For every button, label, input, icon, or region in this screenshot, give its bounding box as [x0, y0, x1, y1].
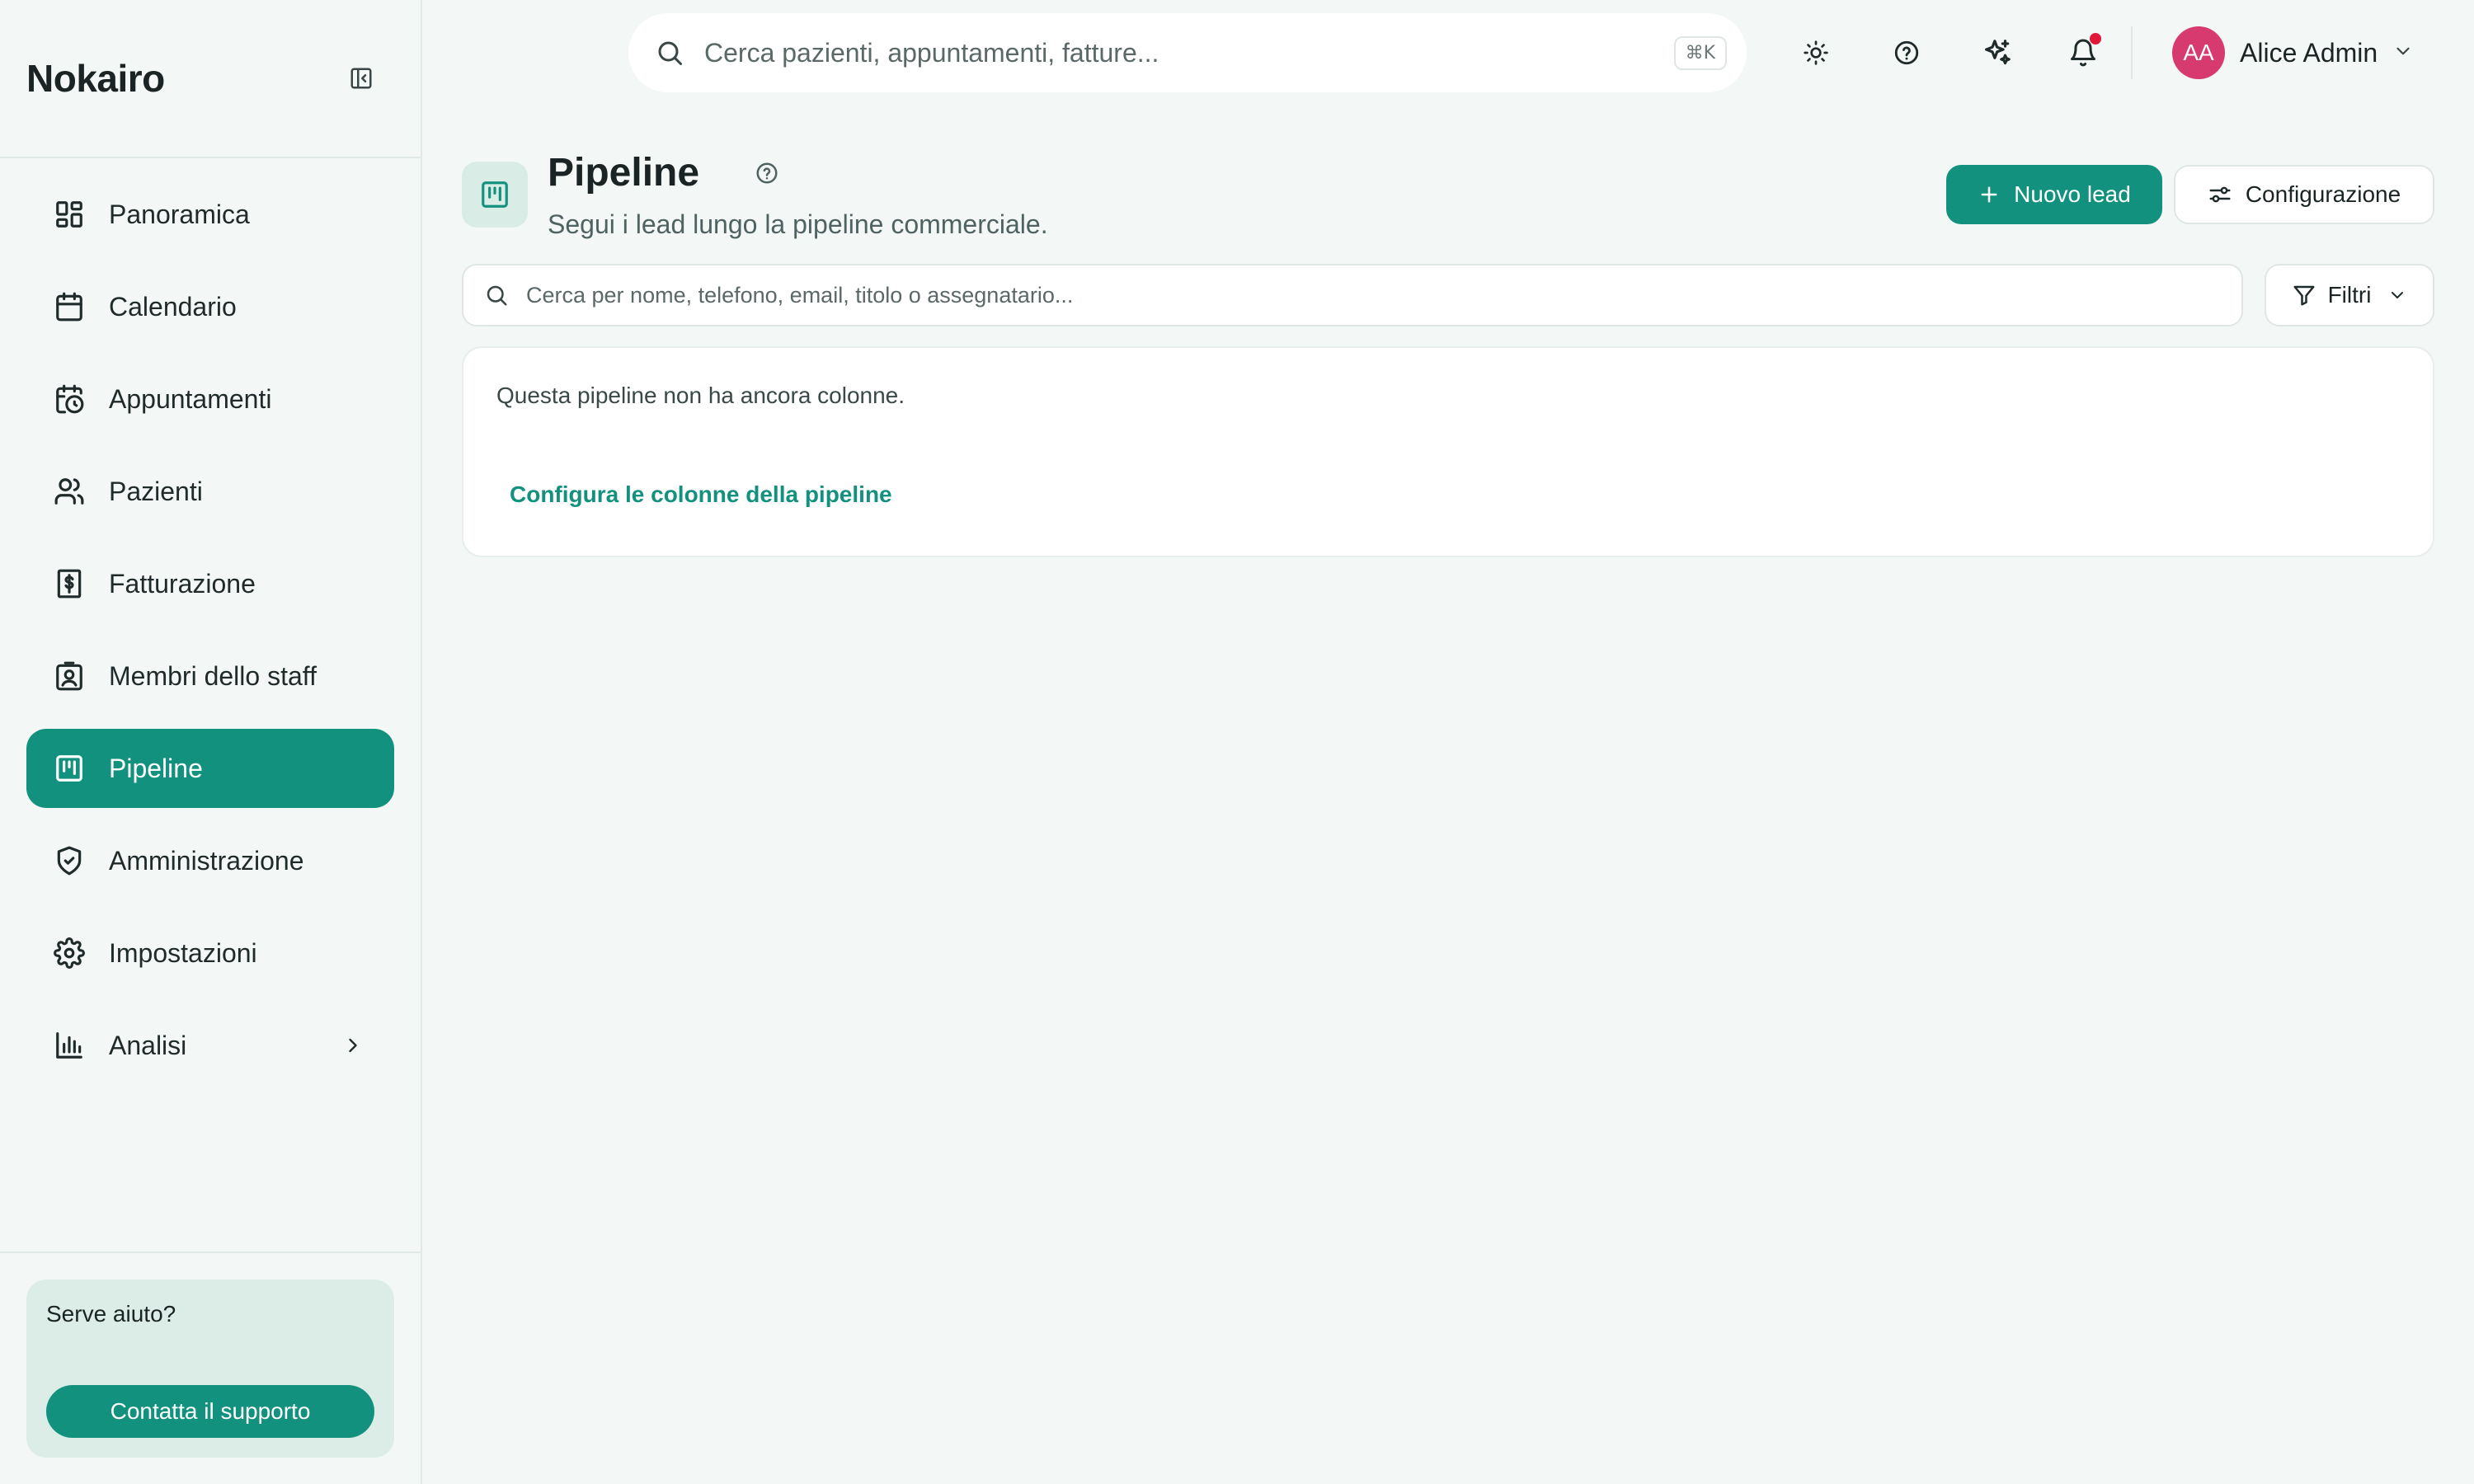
sidebar-item-label: Membri dello staff: [109, 660, 317, 691]
brand-logo: Nokairo: [26, 57, 165, 100]
filters-label: Filtri: [2327, 282, 2372, 308]
sidebar-item-label: Amministrazione: [109, 845, 304, 876]
sidebar: Nokairo Panoramica Calendario Appuntamen…: [0, 0, 422, 1484]
bell-icon[interactable]: [2063, 33, 2103, 73]
filters-dropdown[interactable]: Filtri: [2265, 264, 2434, 326]
sidebar-item-pazienti[interactable]: Pazienti: [26, 452, 394, 531]
help-section: Serve aiuto? Contatta il supporto: [0, 1252, 421, 1484]
global-search-placeholder: Cerca pazienti, appuntamenti, fatture...: [704, 37, 1159, 68]
kanban-icon: [462, 162, 528, 228]
page-subtitle: Segui i lead lungo la pipeline commercia…: [548, 209, 1048, 239]
global-search-input[interactable]: Cerca pazienti, appuntamenti, fatture...…: [628, 13, 1747, 92]
sidebar-item-label: Fatturazione: [109, 568, 256, 599]
lead-search-input[interactable]: Cerca per nome, telefono, email, titolo …: [462, 264, 2243, 326]
page-title: Pipeline: [548, 151, 700, 195]
gear-icon: [53, 937, 86, 970]
badge-icon: [53, 660, 86, 693]
topbar-divider: [2131, 26, 2133, 79]
user-menu[interactable]: AA Alice Admin: [2172, 26, 2414, 79]
bar-chart-icon: [53, 1029, 86, 1062]
lead-search-placeholder: Cerca per nome, telefono, email, titolo …: [526, 282, 1074, 308]
sidebar-item-fatturazione[interactable]: Fatturazione: [26, 544, 394, 623]
contact-support-button[interactable]: Contatta il supporto: [46, 1385, 374, 1438]
sidebar-item-calendario[interactable]: Calendario: [26, 267, 394, 346]
configure-columns-link[interactable]: Configura le colonne della pipeline: [510, 481, 892, 508]
new-lead-label: Nuovo lead: [2014, 181, 2131, 207]
empty-message: Questa pipeline non ha ancora colonne.: [496, 383, 905, 408]
avatar: AA: [2172, 26, 2225, 79]
sidebar-item-impostazioni[interactable]: Impostazioni: [26, 913, 394, 993]
sidebar-item-label: Analisi: [109, 1030, 187, 1060]
kanban-icon: [53, 752, 86, 785]
configuration-button[interactable]: Configurazione: [2174, 165, 2434, 224]
sidebar-item-label: Appuntamenti: [109, 383, 272, 414]
main-content: Cerca pazienti, appuntamenti, fatture...…: [422, 0, 2474, 1484]
dashboard-icon: [53, 198, 86, 231]
chevron-down-icon: [2387, 285, 2407, 305]
calendar-clock-icon: [53, 383, 86, 416]
shield-check-icon: [53, 844, 86, 877]
search-icon: [483, 282, 510, 308]
calendar-icon: [53, 290, 86, 323]
sidebar-item-analisi[interactable]: Analisi: [26, 1006, 394, 1085]
sidebar-item-label: Calendario: [109, 291, 237, 322]
help-circle-icon[interactable]: [752, 158, 782, 188]
sidebar-item-label: Pazienti: [109, 476, 203, 506]
help-card: Serve aiuto? Contatta il supporto: [26, 1280, 394, 1458]
filter-icon: [2292, 283, 2316, 308]
sidebar-item-amministrazione[interactable]: Amministrazione: [26, 821, 394, 900]
empty-pipeline-card: Questa pipeline non ha ancora colonne. C…: [462, 346, 2434, 557]
user-name: Alice Admin: [2240, 37, 2378, 68]
sidebar-nav: Panoramica Calendario Appuntamenti Pazie…: [0, 158, 421, 1252]
sidebar-item-label: Pipeline: [109, 753, 203, 783]
sidebar-item-membri-staff[interactable]: Membri dello staff: [26, 636, 394, 716]
page-header: Pipeline Segui i lead lungo la pipeline …: [462, 148, 2434, 256]
sidebar-item-pipeline[interactable]: Pipeline: [26, 729, 394, 808]
help-circle-icon[interactable]: [1887, 33, 1926, 73]
sidebar-item-panoramica[interactable]: Panoramica: [26, 175, 394, 254]
theme-toggle-sun-icon[interactable]: [1796, 33, 1836, 73]
sidebar-collapse-icon[interactable]: [345, 62, 378, 95]
sparkles-icon[interactable]: [1978, 33, 2017, 73]
chevron-down-icon: [2392, 40, 2414, 66]
notification-dot: [2090, 33, 2101, 45]
topbar: Cerca pazienti, appuntamenti, fatture...…: [422, 0, 2474, 107]
plus-icon: [1978, 183, 2001, 206]
help-title: Serve aiuto?: [46, 1301, 176, 1327]
receipt-dollar-icon: [53, 567, 86, 600]
shortcut-hint: ⌘K: [1673, 35, 1727, 70]
sidebar-item-label: Impostazioni: [109, 937, 257, 968]
new-lead-button[interactable]: Nuovo lead: [1946, 165, 2162, 224]
search-icon: [653, 36, 686, 69]
brand-row: Nokairo: [0, 0, 421, 158]
configuration-label: Configurazione: [2245, 181, 2401, 207]
sliders-icon: [2208, 182, 2232, 207]
sidebar-item-appuntamenti[interactable]: Appuntamenti: [26, 359, 394, 439]
users-icon: [53, 475, 86, 508]
chevron-right-icon: [338, 1031, 368, 1060]
sidebar-item-label: Panoramica: [109, 199, 250, 229]
